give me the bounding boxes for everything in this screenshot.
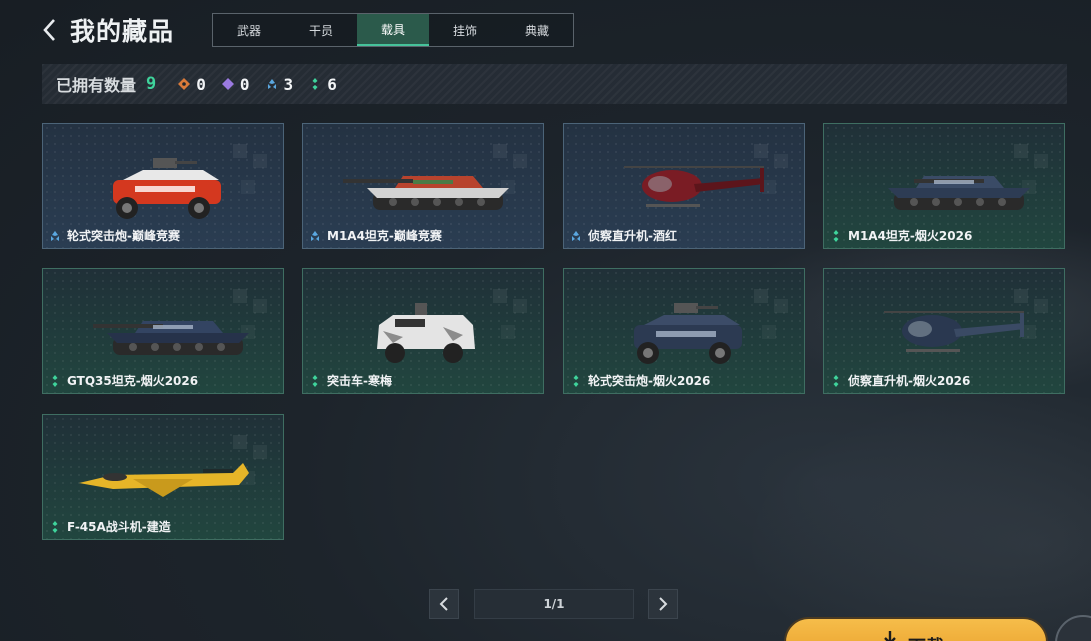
wheeled-assault-gun-vehicle [113,158,221,219]
purple-rarity-icon [221,78,234,90]
green-rarity-icon [833,229,839,242]
tank-vehicle [343,176,509,210]
vehicle-card-label: GTQ35坦克-烟火2026 [49,372,198,389]
page-title: 我的藏品 [70,17,175,46]
category-tabs: 武器 干员 载具 挂饰 典藏 [212,13,574,47]
side-circle-button[interactable] [1055,615,1091,641]
download-icon [884,631,896,641]
rarity-blue: 3 [266,74,294,94]
vehicle-card-label: 突击车-寒梅 [309,372,392,389]
rarity-orange: 0 [178,75,206,94]
owned-total-count: 9 [146,74,157,94]
vehicle-name: 侦察直升机-酒红 [588,229,677,243]
orange-rarity-count: 0 [196,74,206,94]
vehicle-card[interactable]: 轮式突击炮-巅峰竞赛 [42,123,284,249]
header: 我的藏品 [42,12,174,48]
vehicle-card-label: M1A4坦克-巅峰竞赛 [309,227,442,244]
vehicle-card-label: 侦察直升机-酒红 [570,227,677,244]
chevron-right-icon [659,597,668,611]
rarity-purple: 0 [221,74,250,94]
vehicle-card-label: 侦察直升机-烟火2026 [830,372,970,389]
download-button[interactable]: 下载 [784,617,1048,641]
vehicle-card-label: 轮式突击炮-烟火2026 [570,372,710,389]
download-label: 下载 [908,633,944,641]
vehicle-card[interactable]: 突击车-寒梅 [302,268,544,394]
vehicle-card[interactable]: 侦察直升机-酒红 [563,123,805,249]
assault-car-vehicle [377,303,475,363]
green-rarity-icon [52,374,58,387]
vehicle-card-label: F-45A战斗机-建造 [49,518,171,535]
vehicle-name: GTQ35坦克-烟火2026 [67,374,199,388]
vehicle-name: 轮式突击炮-巅峰竞赛 [67,229,180,243]
vehicle-name: M1A4坦克-巅峰竞赛 [327,229,442,243]
owned-summary-bar: 已拥有数量 9 0 0 3 6 [42,64,1067,104]
vehicle-name: F-45A战斗机-建造 [67,520,171,534]
fighter-jet-vehicle [79,463,249,497]
tank-vehicle [93,321,249,355]
green-rarity-icon [52,520,58,533]
blue-rarity-icon [267,79,276,89]
tank-vehicle [888,176,1030,210]
vehicle-card[interactable]: GTQ35坦克-烟火2026 [42,268,284,394]
vehicle-card-label: 轮式突击炮-巅峰竞赛 [49,227,180,244]
blue-rarity-icon [51,230,59,241]
blue-rarity-icon [311,230,319,241]
tab-operators[interactable]: 干员 [285,14,357,46]
green-rarity-count: 6 [327,74,337,94]
green-rarity-icon [312,78,318,90]
vehicle-name: M1A4坦克-烟火2026 [848,229,973,243]
vehicle-card[interactable]: M1A4坦克-烟火2026 [823,123,1065,249]
wheeled-assault-gun-vehicle [634,303,742,364]
vehicle-name: 轮式突击炮-烟火2026 [588,374,711,388]
prev-page-button[interactable] [429,589,459,619]
vehicle-card[interactable]: M1A4坦克-巅峰竞赛 [302,123,544,249]
tab-collection[interactable]: 典藏 [501,14,573,46]
tab-charms[interactable]: 挂饰 [429,14,501,46]
owned-count-label: 已拥有数量 [56,76,137,95]
rarity-green: 6 [309,75,337,94]
blue-rarity-count: 3 [283,74,294,94]
helicopter-vehicle [624,166,764,207]
green-rarity-icon [573,374,579,387]
chevron-left-icon [439,597,448,611]
purple-rarity-count: 0 [239,74,250,94]
next-page-button[interactable] [648,589,678,619]
tab-weapons[interactable]: 武器 [213,14,285,46]
tab-vehicles[interactable]: 载具 [357,14,429,46]
vehicle-card-label: M1A4坦克-烟火2026 [830,227,972,244]
vehicle-card[interactable]: 轮式突击炮-烟火2026 [563,268,805,394]
back-arrow-icon[interactable] [42,16,62,44]
vehicle-name: 突击车-寒梅 [327,374,392,388]
vehicle-card[interactable]: 侦察直升机-烟火2026 [823,268,1065,394]
green-rarity-icon [833,374,839,387]
green-rarity-icon [312,374,318,387]
blue-rarity-icon [572,230,580,241]
orange-rarity-icon [178,78,191,90]
vehicle-card[interactable]: F-45A战斗机-建造 [42,414,284,540]
helicopter-vehicle [884,311,1024,352]
vehicle-name: 侦察直升机-烟火2026 [848,374,971,388]
page-indicator: 1/1 [474,589,634,619]
